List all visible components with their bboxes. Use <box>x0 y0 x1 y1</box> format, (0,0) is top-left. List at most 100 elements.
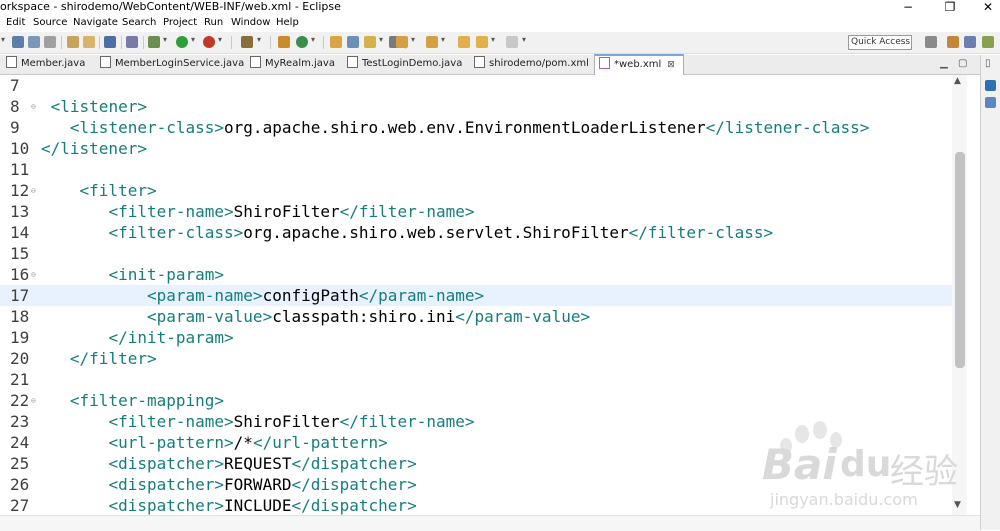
window-title: orkspace - shirodemo/WebContent/WEB-INF/… <box>0 0 341 13</box>
toolbar-separator <box>61 36 62 49</box>
fold-toggle-icon[interactable]: ⊖ <box>31 96 36 117</box>
java-ee-perspective-icon[interactable] <box>947 36 959 48</box>
maximize-view-icon[interactable]: ▢ <box>958 58 967 69</box>
chevron-down-icon[interactable]: ▾ <box>311 35 315 44</box>
code-line[interactable]: 18 <param-value>classpath:shiro.ini</par… <box>0 306 955 327</box>
last-edit-icon[interactable] <box>458 36 470 48</box>
code-line[interactable]: 7 <box>0 75 955 96</box>
code-line[interactable]: 22 ⊖ <filter-mapping> <box>0 390 955 411</box>
chevron-down-icon[interactable]: ▾ <box>257 35 261 44</box>
tab-my-realm[interactable]: MyRealm.java <box>250 55 335 74</box>
menu-edit[interactable]: Edit <box>6 16 25 30</box>
watermark-brand-suffix: du <box>840 444 892 485</box>
line-number: 11 <box>10 160 30 179</box>
code-line[interactable]: 21 <box>0 369 955 390</box>
chevron-down-icon[interactable]: ▾ <box>441 35 445 44</box>
menu-search[interactable]: Search <box>122 16 156 30</box>
code-line[interactable]: 13 <filter-name>ShiroFilter</filter-name… <box>0 201 955 222</box>
code-text: <dispatcher>REQUEST</dispatcher> <box>41 453 416 474</box>
tab-label: MemberLoginService.java <box>115 58 245 69</box>
code-line[interactable]: 20 </filter> <box>0 348 955 369</box>
chevron-down-icon[interactable]: ▾ <box>218 35 222 44</box>
tab-web-xml[interactable]: *web.xml ⊠ <box>594 54 684 77</box>
chevron-down-icon[interactable]: ▾ <box>491 35 495 44</box>
chevron-down-icon[interactable]: ▾ <box>522 35 526 44</box>
debug-icon[interactable] <box>148 36 160 48</box>
editor-tab-bar: Member.java MemberLoginService.java MyRe… <box>0 54 1000 77</box>
next-annotation-icon[interactable] <box>396 36 408 48</box>
code-line[interactable]: 17 <param-name>configPath</param-name> <box>0 285 955 306</box>
code-line[interactable]: 9 <listener-class>org.apache.shiro.web.e… <box>0 117 955 138</box>
console-icon[interactable] <box>104 36 116 48</box>
chevron-down-icon[interactable]: ▾ <box>163 35 167 44</box>
debug-perspective-icon[interactable] <box>982 36 994 48</box>
xml-text: /* <box>233 433 253 452</box>
chevron-down-icon[interactable]: ▾ <box>411 35 415 44</box>
run-icon[interactable] <box>176 36 188 48</box>
right-trim-stack <box>980 55 1000 530</box>
new-server-icon[interactable] <box>241 36 253 48</box>
tab-member-java[interactable]: Member.java <box>6 55 85 74</box>
line-number: 17 <box>10 286 30 305</box>
task-icon[interactable] <box>347 36 359 48</box>
menu-help[interactable]: Help <box>276 16 299 30</box>
task-list-icon[interactable] <box>985 97 996 108</box>
chevron-down-icon[interactable]: ▾ <box>379 35 383 44</box>
code-line[interactable]: 12 ⊖ <filter> <box>0 180 955 201</box>
line-number: 23 <box>10 412 30 431</box>
open-resource-icon[interactable] <box>83 36 95 48</box>
code-line[interactable]: 14 <filter-class>org.apache.shiro.web.se… <box>0 222 955 243</box>
tab-pom-xml[interactable]: shirodemo/pom.xml <box>474 55 589 74</box>
java-file-icon <box>6 56 17 68</box>
menu-source[interactable]: Source <box>33 16 67 30</box>
open-folder-icon[interactable] <box>330 36 342 48</box>
close-tab-icon[interactable]: ⊠ <box>667 60 675 70</box>
scroll-up-icon[interactable]: ▲ <box>954 76 961 86</box>
outline-icon[interactable] <box>985 80 996 91</box>
save-icon[interactable] <box>12 36 24 48</box>
forward-icon[interactable] <box>506 36 518 48</box>
close-button[interactable]: ✕ <box>970 0 1000 15</box>
save-all-icon[interactable] <box>28 36 40 48</box>
code-line[interactable]: 11 <box>0 159 955 180</box>
code-text: <url-pattern>/*</url-pattern> <box>41 432 387 453</box>
java-perspective-icon[interactable] <box>964 36 976 48</box>
menu-run[interactable]: Run <box>204 16 223 30</box>
new-class-icon[interactable] <box>296 36 308 48</box>
code-line[interactable]: 10 </listener> <box>0 138 955 159</box>
scrollbar-thumb[interactable] <box>955 152 965 368</box>
menu-window[interactable]: Window <box>231 16 270 30</box>
code-line[interactable]: 8 ⊖ <listener> <box>0 96 955 117</box>
minimize-button[interactable]: − <box>890 0 926 15</box>
line-number: 14 <box>10 223 30 242</box>
code-line[interactable]: 15 <box>0 243 955 264</box>
external-tools-icon[interactable] <box>203 36 215 48</box>
quick-access-input[interactable]: Quick Access <box>848 35 912 50</box>
back-icon[interactable] <box>476 36 488 48</box>
restore-icon[interactable]: ▯ <box>985 58 991 69</box>
skip-breakpoints-icon[interactable] <box>126 36 138 48</box>
code-text: <filter-mapping> <box>41 390 224 411</box>
pencil-icon[interactable] <box>364 36 376 48</box>
fold-toggle-icon[interactable]: ⊖ <box>31 264 36 285</box>
xml-text: INCLUDE <box>224 496 292 515</box>
code-line[interactable]: 16 ⊖ <init-param> <box>0 264 955 285</box>
java-file-icon <box>100 56 111 68</box>
open-type-icon[interactable] <box>67 36 79 48</box>
open-perspective-icon[interactable] <box>925 36 937 48</box>
code-line[interactable]: 19 </init-param> <box>0 327 955 348</box>
maximize-button[interactable]: ❐ <box>932 0 968 15</box>
print-icon[interactable] <box>44 36 56 48</box>
fold-toggle-icon[interactable]: ⊖ <box>31 390 36 411</box>
new-package-icon[interactable] <box>278 36 290 48</box>
fold-toggle-icon[interactable]: ⊖ <box>31 180 36 201</box>
minimize-view-icon[interactable]: ▁ <box>940 58 948 69</box>
menu-project[interactable]: Project <box>163 16 197 30</box>
menu-navigate[interactable]: Navigate <box>73 16 118 30</box>
tab-member-login-service[interactable]: MemberLoginService.java <box>100 55 244 74</box>
tab-test-login-demo[interactable]: TestLoginDemo.java <box>347 55 462 74</box>
prev-annotation-icon[interactable] <box>426 36 438 48</box>
xml-tag: <url-pattern> <box>108 433 234 452</box>
chevron-down-icon[interactable]: ▾ <box>191 35 195 44</box>
chevron-down-icon[interactable]: ▾ <box>1 35 5 44</box>
